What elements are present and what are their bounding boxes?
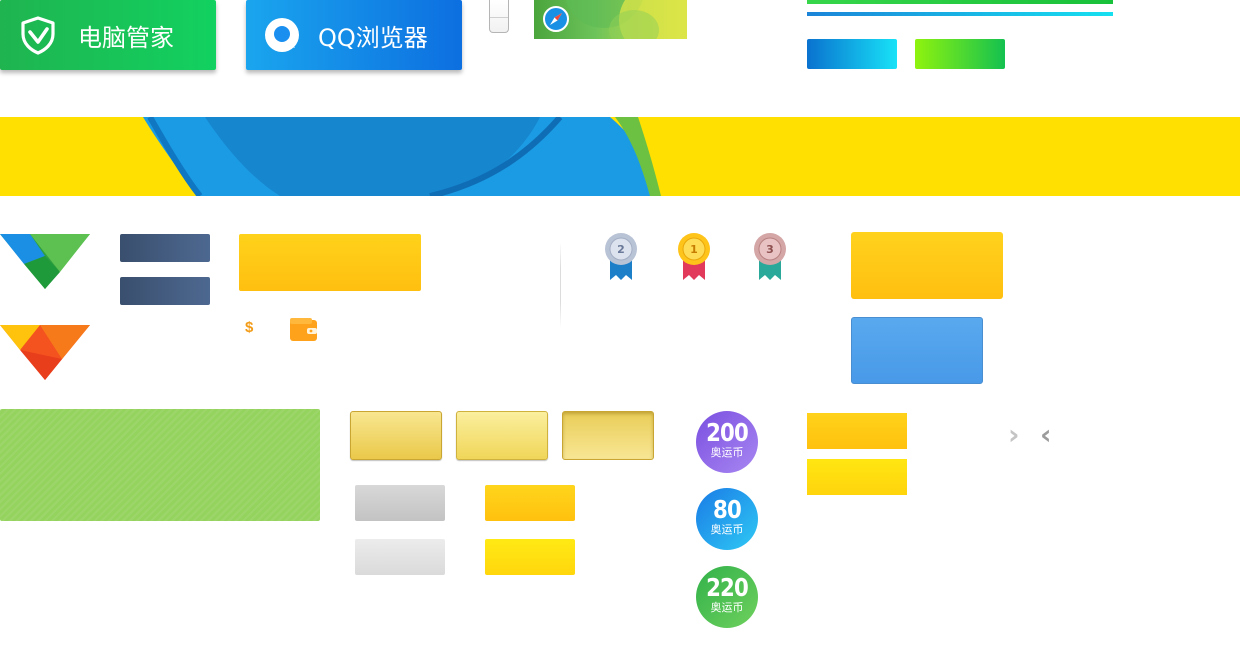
yellow-button-hover[interactable] [485,539,575,575]
blue-card-button[interactable] [851,317,983,384]
coin-badge: 220 奥运币 [696,566,758,628]
coin-currency: 奥运币 [710,446,744,459]
blue-green-triangle-logo [0,234,90,289]
bronze-medal-icon: 3 [754,233,786,280]
grey-button-light[interactable] [355,539,445,575]
gold-button-hover[interactable] [456,411,548,460]
coin-amount: 200 [706,418,749,447]
shield-check-icon [21,16,55,55]
coin-amount: 80 [713,495,742,524]
yellow-button[interactable] [485,485,575,521]
green-line-swatch [807,0,1113,4]
yellow-tab-active[interactable] [807,413,907,449]
dark-navy-button[interactable] [120,277,210,305]
medal-rank: 3 [766,243,774,256]
coin-amount: 220 [706,573,749,602]
coin-badge: 80 奥运币 [696,488,758,550]
gold-button-pressed[interactable] [562,411,654,460]
olympic-banner [0,117,1240,196]
coin-currency: 奥运币 [710,523,744,536]
dark-navy-button[interactable] [120,234,210,262]
chevron-right-icon[interactable]: › [1008,418,1020,451]
blue-gradient-button[interactable] [807,39,897,69]
orange-red-triangle-logo [0,325,90,380]
qq-browser-label: QQ浏览器 [318,23,428,52]
banner-wave-graphic [143,117,661,196]
scrollbar-thumb[interactable] [489,0,509,33]
grey-button-disabled[interactable] [355,485,445,521]
medal-rank: 2 [617,243,625,256]
vertical-divider [560,242,561,328]
sports-mini-banner [534,0,687,39]
yellow-tab[interactable] [807,459,907,495]
coin-badge: 200 奥运币 [696,411,758,473]
compass-icon [543,6,569,32]
green-gradient-button[interactable] [915,39,1005,69]
wallet-icon [290,318,317,341]
medal-rank: 1 [690,243,698,256]
coin-currency: 奥运币 [710,601,744,614]
silver-medal-icon: 2 [605,233,637,280]
qq-browser-button[interactable]: QQ浏览器 [246,0,462,70]
yellow-large-button[interactable] [239,234,421,291]
gold-button-normal[interactable] [350,411,442,460]
qq-browser-logo-icon [265,18,299,52]
blue-line-swatch [807,12,1113,16]
yellow-card-button[interactable] [851,232,1003,299]
pc-manager-label: 电脑管家 [78,23,174,52]
pc-manager-button[interactable]: 电脑管家 [0,0,216,70]
gold-medal-icon: 1 [678,233,710,280]
chevron-left-icon[interactable]: ‹ [1040,418,1052,451]
green-texture-panel [0,409,320,521]
dollar-icon: $ [245,319,254,336]
